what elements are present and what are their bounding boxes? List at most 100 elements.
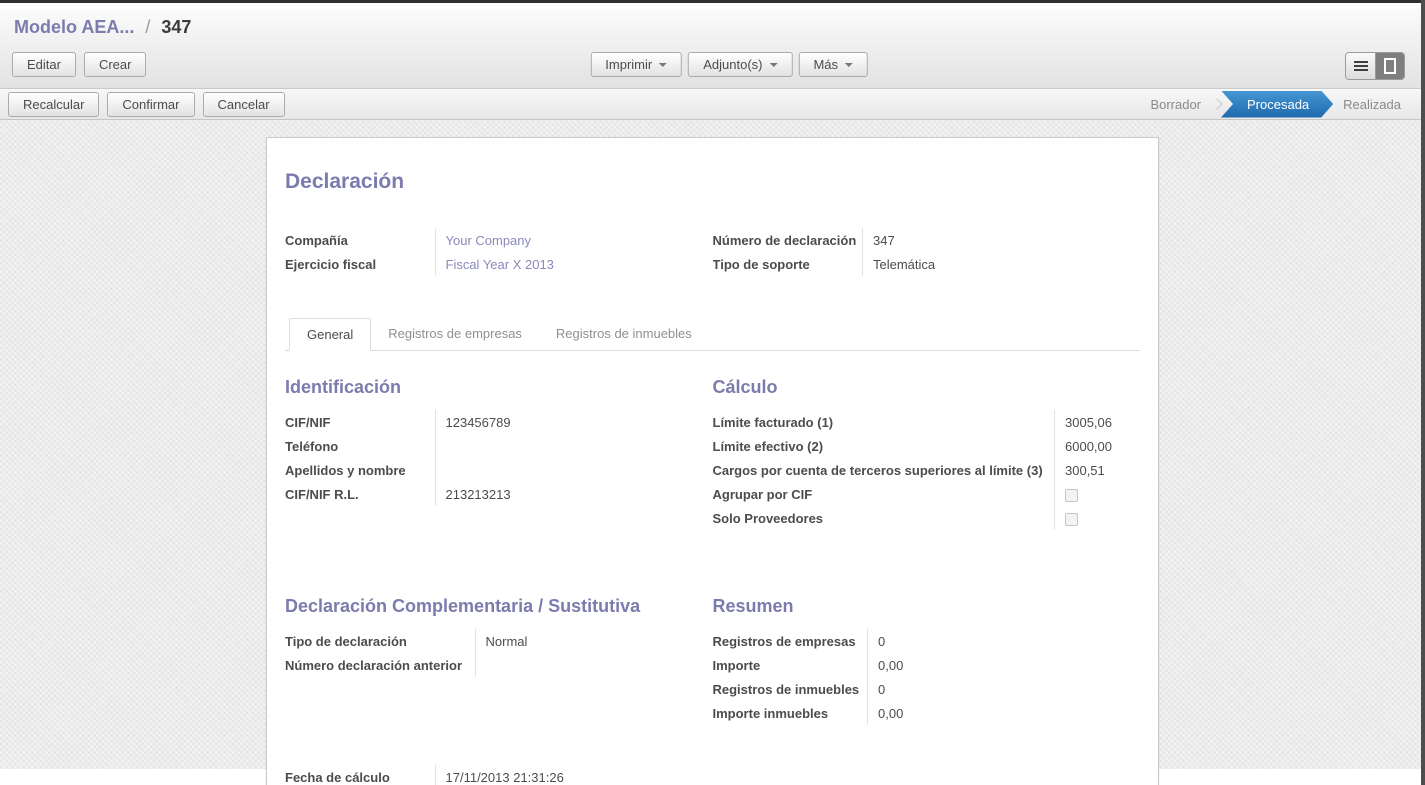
field-row: Límite facturado (1) 3005,06 <box>713 410 1141 434</box>
complementary-table: Tipo de declaración Normal Número declar… <box>285 629 691 677</box>
field-row: CIF/NIF R.L. 213213213 <box>285 482 691 506</box>
field-row: Tipo de declaración Normal <box>285 629 691 653</box>
status-borrador: Borrador <box>1140 97 1211 112</box>
attachments-button-label: Adjunto(s) <box>703 57 762 72</box>
field-row: Fecha de cálculo 17/11/2013 21:31:26 <box>285 765 691 785</box>
field-label: CIF/NIF <box>285 410 435 434</box>
calculation-table: Límite facturado (1) 3005,06 Límite efec… <box>713 410 1141 530</box>
field-label: Teléfono <box>285 434 435 458</box>
field-label: Ejercicio fiscal <box>285 252 435 276</box>
agrupar-por-cif-checkbox[interactable] <box>1065 489 1078 502</box>
solo-proveedores-checkbox[interactable] <box>1065 513 1078 526</box>
breadcrumb: Modelo AEA... / 347 <box>14 17 1413 38</box>
field-label: Agrupar por CIF <box>713 482 1055 506</box>
form-view-icon <box>1384 58 1396 74</box>
field-row: CIF/NIF 123456789 <box>285 410 691 434</box>
field-value <box>475 653 691 677</box>
create-button[interactable]: Crear <box>84 52 147 77</box>
field-label: Número declaración anterior <box>285 653 475 677</box>
field-label: Compañía <box>285 228 435 252</box>
group-title-resumen: Resumen <box>713 596 1141 617</box>
statusbar: Recalcular Confirmar Cancelar Borrador P… <box>0 88 1425 120</box>
view-switcher <box>1345 52 1405 80</box>
field-row: Registros de inmuebles 0 <box>713 677 1141 701</box>
field-label: Importe <box>713 653 868 677</box>
field-value: 17/11/2013 21:31:26 <box>435 765 691 785</box>
field-row: Solo Proveedores <box>713 506 1141 530</box>
edit-create-group: Editar Crear <box>12 52 146 77</box>
footer-table: Fecha de cálculo 17/11/2013 21:31:26 <box>285 765 691 785</box>
field-row: Tipo de soporte Telemática <box>713 252 1141 276</box>
field-row: Importe 0,00 <box>713 653 1141 677</box>
content-area: Declaración Compañía Your Company Ejerci… <box>0 120 1425 769</box>
field-row: Ejercicio fiscal Fiscal Year X 2013 <box>285 252 691 276</box>
group-title-calculo: Cálculo <box>713 377 1141 398</box>
field-row: Cargos por cuenta de terceros superiores… <box>713 458 1141 482</box>
dropdown-caret-icon <box>845 63 853 67</box>
print-button-label: Imprimir <box>605 57 652 72</box>
recalculate-button[interactable]: Recalcular <box>8 92 99 117</box>
tab-registros-inmuebles[interactable]: Registros de inmuebles <box>539 318 709 351</box>
breadcrumb-current: 347 <box>161 17 191 37</box>
field-row: Agrupar por CIF <box>713 482 1141 506</box>
form-view-button[interactable] <box>1375 53 1404 79</box>
company-link[interactable]: Your Company <box>435 228 691 252</box>
field-label: Importe inmuebles <box>713 701 868 725</box>
field-value <box>1055 506 1141 530</box>
field-value: 3005,06 <box>1055 410 1141 434</box>
breadcrumb-separator: / <box>139 17 156 37</box>
list-view-icon <box>1354 61 1368 71</box>
tab-content-general: Identificación CIF/NIF 123456789 Teléfon… <box>285 351 1140 785</box>
field-value: Telemática <box>863 252 1141 276</box>
field-value: 0 <box>868 629 1141 653</box>
dropdown-caret-icon <box>769 63 777 67</box>
window-right-edge <box>1421 0 1425 785</box>
tab-registros-empresas[interactable]: Registros de empresas <box>371 318 539 351</box>
field-value: Normal <box>475 629 691 653</box>
field-row: Apellidos y nombre <box>285 458 691 482</box>
footer-fields: Fecha de cálculo 17/11/2013 21:31:26 <box>285 765 713 785</box>
print-button[interactable]: Imprimir <box>590 52 682 77</box>
field-table-right: Número de declaración 347 Tipo de soport… <box>713 228 1141 276</box>
summary-table: Registros de empresas 0 Importe 0,00 Reg… <box>713 629 1141 725</box>
field-label: Número de declaración <box>713 228 863 252</box>
field-row: Compañía Your Company <box>285 228 691 252</box>
form-sheet: Declaración Compañía Your Company Ejerci… <box>266 137 1159 785</box>
edit-button[interactable]: Editar <box>12 52 76 77</box>
fiscal-year-link[interactable]: Fiscal Year X 2013 <box>435 252 691 276</box>
group-title-identificacion: Identificación <box>285 377 691 398</box>
breadcrumb-parent-link[interactable]: Modelo AEA... <box>14 17 134 37</box>
field-row: Teléfono <box>285 434 691 458</box>
field-value: 123456789 <box>435 410 691 434</box>
field-value <box>435 434 691 458</box>
notebook-tabs: General Registros de empresas Registros … <box>285 318 1140 351</box>
field-value <box>435 458 691 482</box>
cancel-button[interactable]: Cancelar <box>203 92 285 117</box>
field-value: 6000,00 <box>1055 434 1141 458</box>
chevron-right-icon <box>1211 98 1222 109</box>
field-label: Fecha de cálculo <box>285 765 435 785</box>
field-label: Registros de empresas <box>713 629 868 653</box>
actions-group: Imprimir Adjunto(s) Más <box>590 52 868 77</box>
field-value: 0,00 <box>868 701 1141 725</box>
more-button[interactable]: Más <box>798 52 868 77</box>
status-procesada: Procesada <box>1221 91 1333 118</box>
field-value: 0,00 <box>868 653 1141 677</box>
field-label: Apellidos y nombre <box>285 458 435 482</box>
confirm-button[interactable]: Confirmar <box>107 92 194 117</box>
field-label: Límite facturado (1) <box>713 410 1055 434</box>
field-value: 213213213 <box>435 482 691 506</box>
field-row: Importe inmuebles 0,00 <box>713 701 1141 725</box>
field-row: Número declaración anterior <box>285 653 691 677</box>
field-row: Número de declaración 347 <box>713 228 1141 252</box>
field-value: 300,51 <box>1055 458 1141 482</box>
attachments-button[interactable]: Adjunto(s) <box>688 52 792 77</box>
groups-row-1: Identificación CIF/NIF 123456789 Teléfon… <box>285 353 1140 530</box>
list-view-button[interactable] <box>1346 53 1375 79</box>
page-title: Declaración <box>285 170 1140 194</box>
field-label: Tipo de soporte <box>713 252 863 276</box>
tab-general[interactable]: General <box>289 318 371 351</box>
dropdown-caret-icon <box>659 63 667 67</box>
field-label: Tipo de declaración <box>285 629 475 653</box>
page-header: Modelo AEA... / 347 Editar Crear Imprimi… <box>0 3 1425 88</box>
